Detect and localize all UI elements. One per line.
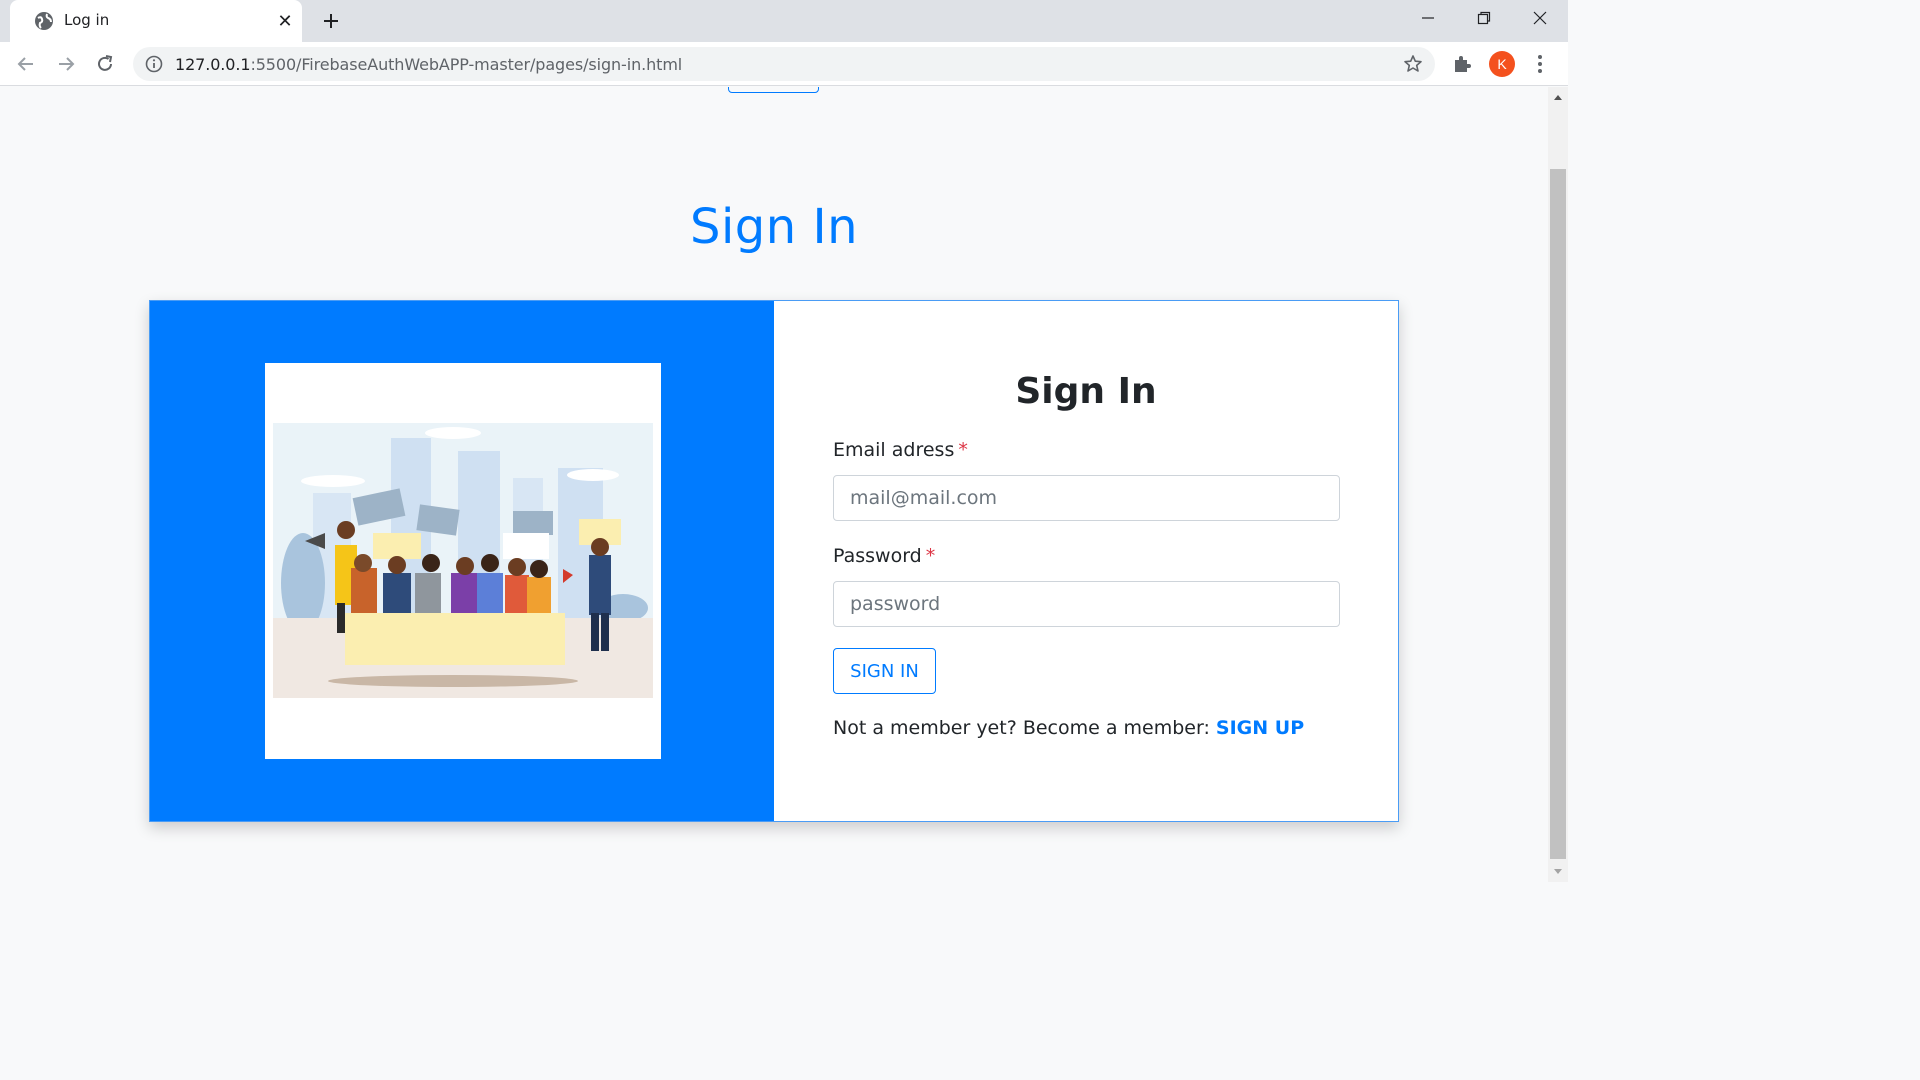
crowd-protest-illustration bbox=[273, 423, 653, 698]
tab-title: Log in bbox=[64, 11, 110, 29]
arrow-right-icon bbox=[59, 57, 75, 71]
signup-prompt-text: Not a member yet? Become a member: bbox=[833, 717, 1210, 739]
triangle-down-icon bbox=[1554, 869, 1562, 874]
browser-tab[interactable]: Log in ✕ bbox=[10, 0, 302, 42]
url-text: 127.0.0.1:5500/FirebaseAuthWebAPP-master… bbox=[175, 55, 682, 74]
page-title: Sign In bbox=[689, 199, 859, 255]
required-asterisk: * bbox=[958, 439, 968, 461]
signup-prompt: Not a member yet? Become a member: SIGN … bbox=[833, 717, 1304, 739]
password-label-text: Password bbox=[833, 545, 922, 567]
arrow-left-icon bbox=[17, 57, 33, 71]
form-panel: Sign In Email adress* Password* SIGN IN … bbox=[774, 301, 1398, 821]
minimize-icon bbox=[1422, 17, 1434, 19]
triangle-up-icon bbox=[1554, 95, 1562, 100]
email-label: Email adress * bbox=[833, 439, 968, 461]
menu-dot-icon bbox=[1538, 69, 1542, 73]
form-title: Sign In bbox=[1015, 371, 1157, 412]
password-label: Password * bbox=[833, 545, 935, 567]
back-button[interactable] bbox=[11, 49, 41, 79]
extensions-puzzle-icon[interactable] bbox=[1450, 52, 1474, 76]
navbar-button-partial[interactable] bbox=[728, 87, 819, 93]
plus-icon bbox=[324, 14, 338, 28]
new-tab-button[interactable] bbox=[316, 6, 346, 36]
email-label-text: Email adress bbox=[833, 439, 955, 461]
close-tab-icon[interactable]: ✕ bbox=[272, 8, 298, 34]
info-icon[interactable] bbox=[145, 55, 163, 73]
page-viewport: Sign In Sign In Email adress * mail@mail… bbox=[0, 87, 1548, 882]
bookmark-star-icon[interactable] bbox=[1403, 54, 1423, 74]
page-scrollbar[interactable] bbox=[1548, 87, 1568, 882]
url-host: 127.0.0.1 bbox=[175, 55, 251, 74]
reload-icon bbox=[98, 55, 113, 71]
sign-up-link[interactable]: SIGN UP bbox=[1216, 717, 1304, 739]
close-window-button[interactable] bbox=[1512, 0, 1568, 36]
scroll-thumb[interactable] bbox=[1550, 169, 1566, 859]
profile-avatar[interactable]: K bbox=[1489, 51, 1515, 77]
restore-icon bbox=[1477, 11, 1491, 25]
address-bar[interactable]: 127.0.0.1:5500/FirebaseAuthWebAPP-master… bbox=[133, 47, 1435, 81]
illustration-frame bbox=[265, 363, 661, 759]
close-icon bbox=[1533, 11, 1547, 25]
browser-menu-button[interactable] bbox=[1530, 51, 1550, 77]
scroll-up-button[interactable] bbox=[1548, 87, 1568, 107]
password-field[interactable] bbox=[833, 581, 1340, 627]
reload-button[interactable] bbox=[90, 49, 120, 79]
required-asterisk: * bbox=[925, 545, 936, 567]
illustration-panel bbox=[150, 301, 774, 821]
sign-in-button[interactable]: SIGN IN bbox=[833, 648, 936, 694]
browser-tab-bar: Log in ✕ bbox=[0, 0, 1568, 42]
menu-dot-icon bbox=[1538, 55, 1542, 59]
browser-toolbar: 127.0.0.1:5500/FirebaseAuthWebAPP-master… bbox=[0, 42, 1568, 86]
restore-button[interactable] bbox=[1456, 0, 1512, 36]
forward-button[interactable] bbox=[51, 49, 81, 79]
sign-in-card: Sign In Email adress* Password* SIGN IN … bbox=[149, 300, 1399, 822]
globe-icon bbox=[35, 12, 53, 30]
url-path: :5500/FirebaseAuthWebAPP-master/pages/si… bbox=[250, 55, 683, 74]
scroll-down-button[interactable] bbox=[1548, 862, 1568, 882]
menu-dot-icon bbox=[1538, 62, 1542, 66]
email-field[interactable] bbox=[833, 475, 1340, 521]
minimize-button[interactable] bbox=[1400, 0, 1456, 36]
